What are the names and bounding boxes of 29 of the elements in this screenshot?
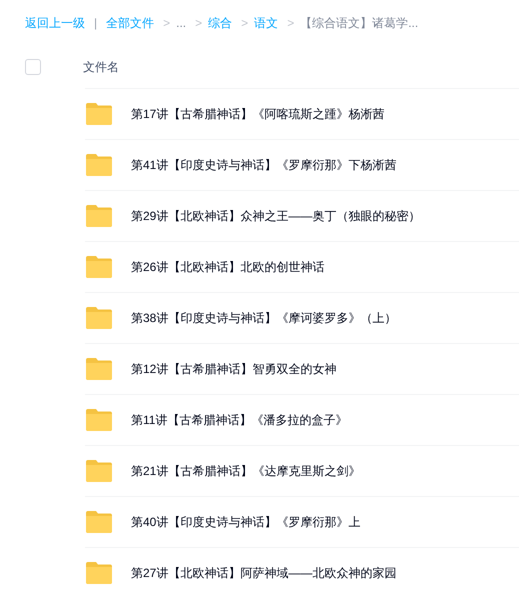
select-all-checkbox[interactable] bbox=[25, 59, 41, 75]
folder-icon bbox=[86, 511, 112, 533]
breadcrumb-separator: > bbox=[195, 15, 202, 32]
folder-name[interactable]: 第11讲【古希腊神话】《潘多拉的盒子》 bbox=[131, 411, 348, 429]
folder-icon bbox=[86, 409, 112, 431]
breadcrumb-item: 【综合语文】诸葛学... bbox=[300, 15, 418, 32]
breadcrumb-item: ... bbox=[176, 15, 186, 32]
column-header: 文件名 bbox=[83, 59, 119, 76]
breadcrumb-separator: > bbox=[241, 15, 248, 32]
folder-name[interactable]: 第41讲【印度史诗与神话】《罗摩衍那》下杨淅茜 bbox=[131, 156, 396, 174]
folder-icon bbox=[86, 307, 112, 329]
folder-icon bbox=[86, 256, 112, 278]
folder-name[interactable]: 第21讲【古希腊神话】《达摩克里斯之剑》 bbox=[131, 462, 360, 480]
folder-icon bbox=[86, 460, 112, 482]
folder-name[interactable]: 第38讲【印度史诗与神话】《摩诃婆罗多》（上） bbox=[131, 309, 396, 327]
folder-icon bbox=[86, 205, 112, 227]
folder-name[interactable]: 第27讲【北欧神话】阿萨神域——北欧众神的家园 bbox=[131, 564, 396, 582]
folder-name[interactable]: 第26讲【北欧神话】北欧的创世神话 bbox=[131, 258, 324, 276]
folder-icon bbox=[86, 103, 112, 125]
breadcrumb-separator: > bbox=[163, 15, 170, 32]
folder-name[interactable]: 第29讲【北欧神话】众神之王——奥丁（独眼的秘密） bbox=[131, 207, 420, 225]
folder-name[interactable]: 第40讲【印度史诗与神话】《罗摩衍那》上 bbox=[131, 513, 360, 531]
folder-icon bbox=[86, 154, 112, 176]
breadcrumb-separator: > bbox=[287, 15, 294, 32]
folder-icon bbox=[86, 358, 112, 380]
folder-name[interactable]: 第17讲【古希腊神话】《阿喀琉斯之踵》杨淅茜 bbox=[131, 105, 384, 123]
breadcrumb-divider: | bbox=[94, 15, 98, 32]
folder-icon bbox=[86, 562, 112, 584]
folder-name[interactable]: 第12讲【古希腊神话】智勇双全的女神 bbox=[131, 360, 336, 378]
